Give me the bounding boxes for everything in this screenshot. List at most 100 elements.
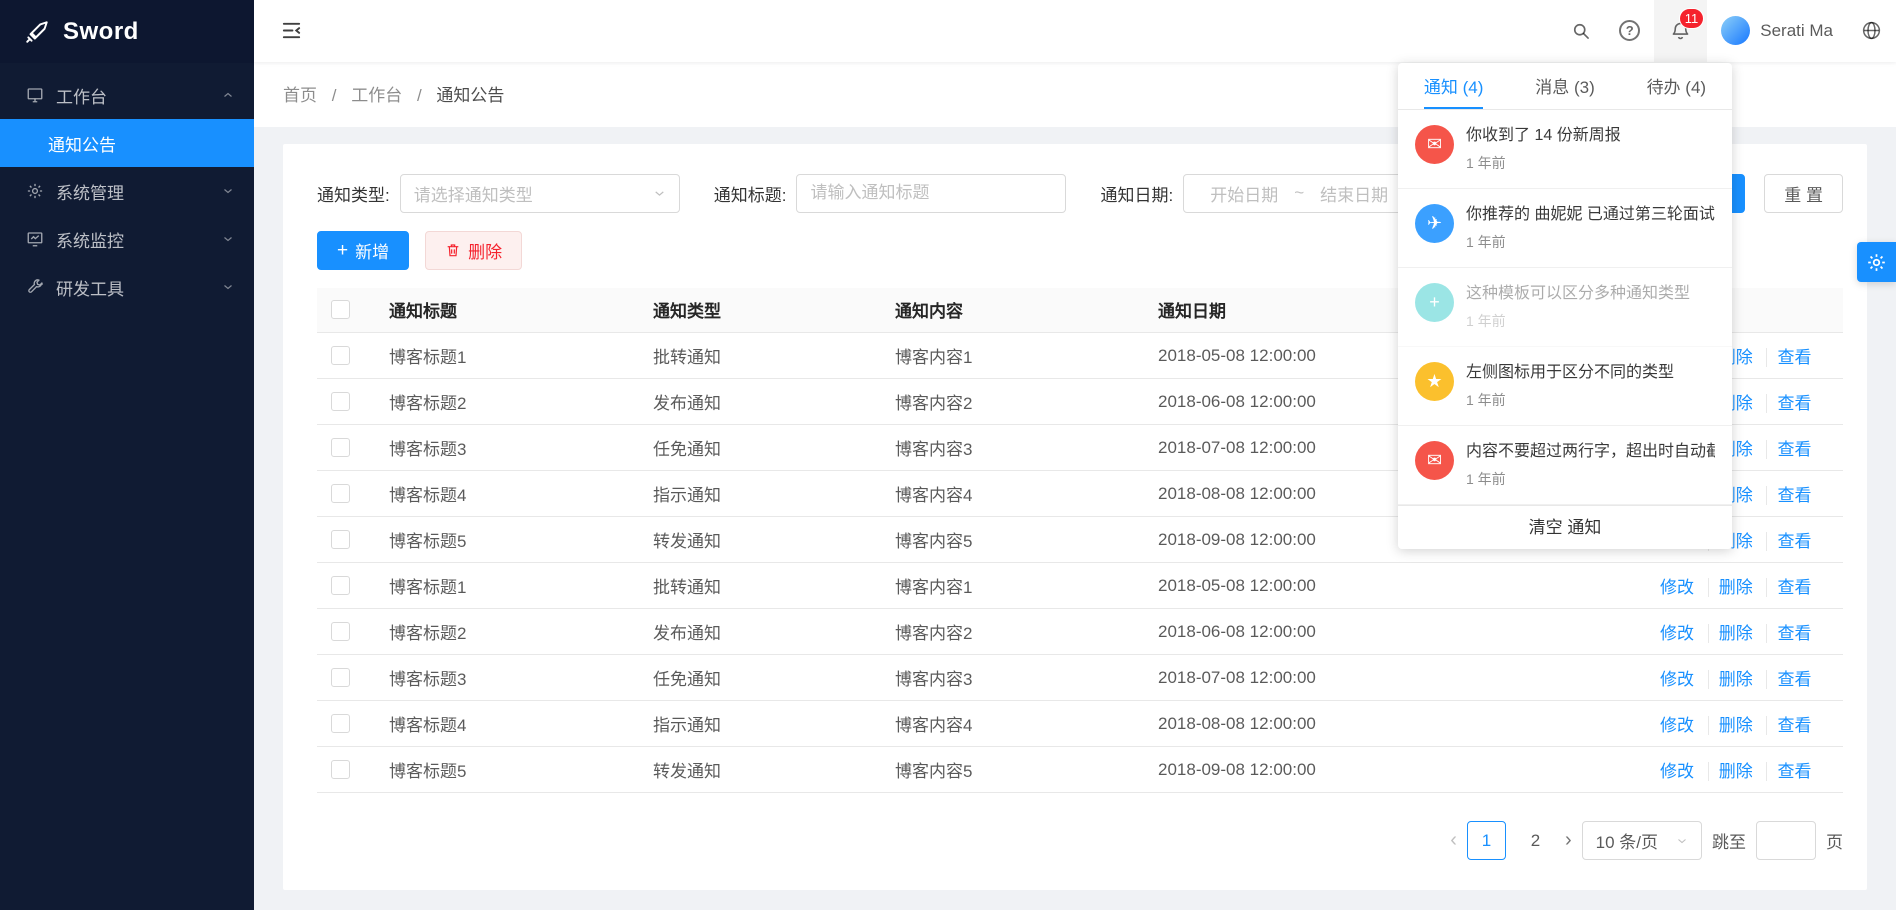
page-2-button[interactable]: 2 — [1516, 821, 1555, 860]
notification-item[interactable]: ★ 左侧图标用于区分不同的类型 1 年前 — [1398, 347, 1732, 426]
sidebar: Sword 工作台 通知公告 系统管理 — [0, 0, 254, 910]
sidebar-item-dev-tools[interactable]: 研发工具 — [0, 263, 254, 311]
cell-content: 博客内容4 — [887, 701, 1150, 747]
notification-item[interactable]: + 这种模板可以区分多种通知类型 1 年前 — [1398, 268, 1732, 347]
edit-link[interactable]: 修改 — [1660, 624, 1694, 643]
view-link[interactable]: 查看 — [1766, 532, 1811, 551]
notification-bell[interactable]: 11 — [1654, 0, 1707, 62]
logo[interactable]: Sword — [0, 0, 254, 63]
cell-type: 指示通知 — [645, 471, 887, 517]
sidebar-item-workbench[interactable]: 工作台 — [0, 71, 254, 119]
row-checkbox[interactable] — [331, 714, 350, 733]
notice-type-select[interactable]: 请选择通知类型 — [400, 174, 680, 213]
language-globe-icon[interactable] — [1847, 0, 1896, 62]
view-link[interactable]: 查看 — [1766, 716, 1811, 735]
row-checkbox[interactable] — [331, 346, 350, 365]
breadcrumb-separator: / — [417, 86, 422, 105]
view-link[interactable]: 查看 — [1766, 624, 1811, 643]
search-icon[interactable] — [1557, 0, 1605, 62]
sidebar-item-system-mgmt[interactable]: 系统管理 — [0, 167, 254, 215]
edit-link[interactable]: 修改 — [1660, 670, 1694, 689]
notification-time: 1 年前 — [1466, 311, 1690, 331]
delete-link[interactable]: 删除 — [1708, 670, 1753, 689]
view-link[interactable]: 查看 — [1766, 578, 1811, 597]
help-icon[interactable]: ? — [1605, 0, 1654, 62]
delete-button[interactable]: 删除 — [425, 231, 522, 270]
row-checkbox[interactable] — [331, 668, 350, 687]
topbar-actions: ? 11 Serati Ma — [1557, 0, 1896, 62]
edit-link[interactable]: 修改 — [1660, 762, 1694, 781]
sidebar-item-notice[interactable]: 通知公告 — [0, 119, 254, 167]
breadcrumb-item: 通知公告 / — [436, 86, 504, 105]
notification-body: 你推荐的 曲妮妮 已通过第三轮面试 1 年前 — [1466, 204, 1715, 252]
view-link[interactable]: 查看 — [1766, 670, 1811, 689]
sidebar-menu: 工作台 通知公告 系统管理 系统监控 — [0, 63, 254, 311]
breadcrumb-item: 工作台 / — [351, 86, 436, 105]
row-checkbox[interactable] — [331, 530, 350, 549]
clear-notifications-button[interactable]: 清空 通知 — [1398, 505, 1732, 549]
notification-dropdown: 通知 (4) 消息 (3) 待办 (4) ✉ 你收到了 14 份新周报 1 年前… — [1398, 63, 1732, 549]
notification-time: 1 年前 — [1466, 153, 1621, 173]
view-link[interactable]: 查看 — [1766, 762, 1811, 781]
notification-item[interactable]: ✉ 你收到了 14 份新周报 1 年前 — [1398, 110, 1732, 189]
page-size-select[interactable]: 10 条/页 — [1582, 821, 1702, 860]
tab-todos[interactable]: 待办 (4) — [1621, 63, 1732, 109]
cell-date: 2018-06-08 12:00:00 — [1150, 609, 1568, 655]
plus-icon: + — [337, 241, 348, 260]
breadcrumb-link[interactable]: 通知公告 — [436, 86, 504, 105]
cell-date: 2018-07-08 12:00:00 — [1150, 655, 1568, 701]
sidebar-item-system-monitor[interactable]: 系统监控 — [0, 215, 254, 263]
notification-title: 内容不要超过两行字，超出时自动截断 — [1466, 441, 1715, 462]
notification-title: 你收到了 14 份新周报 — [1466, 125, 1621, 146]
row-checkbox[interactable] — [331, 576, 350, 595]
notification-icon: ✉ — [1415, 125, 1454, 164]
delete-link[interactable]: 删除 — [1708, 578, 1753, 597]
next-page-button[interactable]: › — [1565, 829, 1572, 852]
notification-item[interactable]: ✈ 你推荐的 曲妮妮 已通过第三轮面试 1 年前 — [1398, 189, 1732, 268]
breadcrumb-link[interactable]: 首页 — [283, 86, 317, 105]
cell-content: 博客内容5 — [887, 747, 1150, 793]
cell-title: 博客标题1 — [381, 563, 645, 609]
pagination: ‹ 1 2 › 10 条/页 跳至 页 — [317, 821, 1843, 860]
reset-button[interactable]: 重 置 — [1764, 174, 1843, 213]
page-1-button[interactable]: 1 — [1467, 821, 1506, 860]
chevron-down-icon — [1676, 835, 1688, 847]
notification-item[interactable]: ✉ 内容不要超过两行字，超出时自动截断 1 年前 — [1398, 426, 1732, 505]
select-all-checkbox[interactable] — [331, 300, 350, 319]
table-row: 博客标题4 指示通知 博客内容4 2018-08-08 12:00:00 修改 … — [317, 701, 1843, 747]
delete-link[interactable]: 删除 — [1708, 624, 1753, 643]
row-checkbox[interactable] — [331, 622, 350, 641]
row-checkbox[interactable] — [331, 760, 350, 779]
view-link[interactable]: 查看 — [1766, 486, 1811, 505]
settings-fab[interactable] — [1857, 242, 1896, 282]
tab-notifications[interactable]: 通知 (4) — [1398, 63, 1509, 109]
user-menu[interactable]: Serati Ma — [1707, 0, 1847, 62]
delete-link[interactable]: 删除 — [1708, 762, 1753, 781]
notice-title-input[interactable] — [796, 174, 1066, 213]
notification-time: 1 年前 — [1466, 232, 1715, 252]
row-checkbox[interactable] — [331, 484, 350, 503]
view-link[interactable]: 查看 — [1766, 348, 1811, 367]
view-link[interactable]: 查看 — [1766, 440, 1811, 459]
delete-link[interactable]: 删除 — [1708, 716, 1753, 735]
cell-content: 博客内容3 — [887, 655, 1150, 701]
edit-link[interactable]: 修改 — [1660, 578, 1694, 597]
jump-input[interactable] — [1756, 821, 1816, 860]
cell-type: 批转通知 — [645, 563, 887, 609]
row-checkbox[interactable] — [331, 392, 350, 411]
cell-type: 批转通知 — [645, 333, 887, 379]
breadcrumb-link[interactable]: 工作台 — [351, 86, 402, 105]
row-checkbox[interactable] — [331, 438, 350, 457]
prev-page-button[interactable]: ‹ — [1450, 829, 1457, 852]
tool-icon — [26, 278, 44, 296]
tab-messages[interactable]: 消息 (3) — [1509, 63, 1620, 109]
menu-fold-icon[interactable] — [280, 19, 303, 42]
page-size-value: 10 条/页 — [1596, 828, 1658, 853]
breadcrumb-item: 首页 / — [283, 86, 351, 105]
notification-title: 左侧图标用于区分不同的类型 — [1466, 362, 1674, 383]
notification-list: ✉ 你收到了 14 份新周报 1 年前 ✈ 你推荐的 曲妮妮 已通过第三轮面试 … — [1398, 110, 1732, 505]
table-row: 博客标题5 转发通知 博客内容5 2018-09-08 12:00:00 修改 … — [317, 747, 1843, 793]
add-button[interactable]: + 新增 — [317, 231, 409, 270]
view-link[interactable]: 查看 — [1766, 394, 1811, 413]
edit-link[interactable]: 修改 — [1660, 716, 1694, 735]
